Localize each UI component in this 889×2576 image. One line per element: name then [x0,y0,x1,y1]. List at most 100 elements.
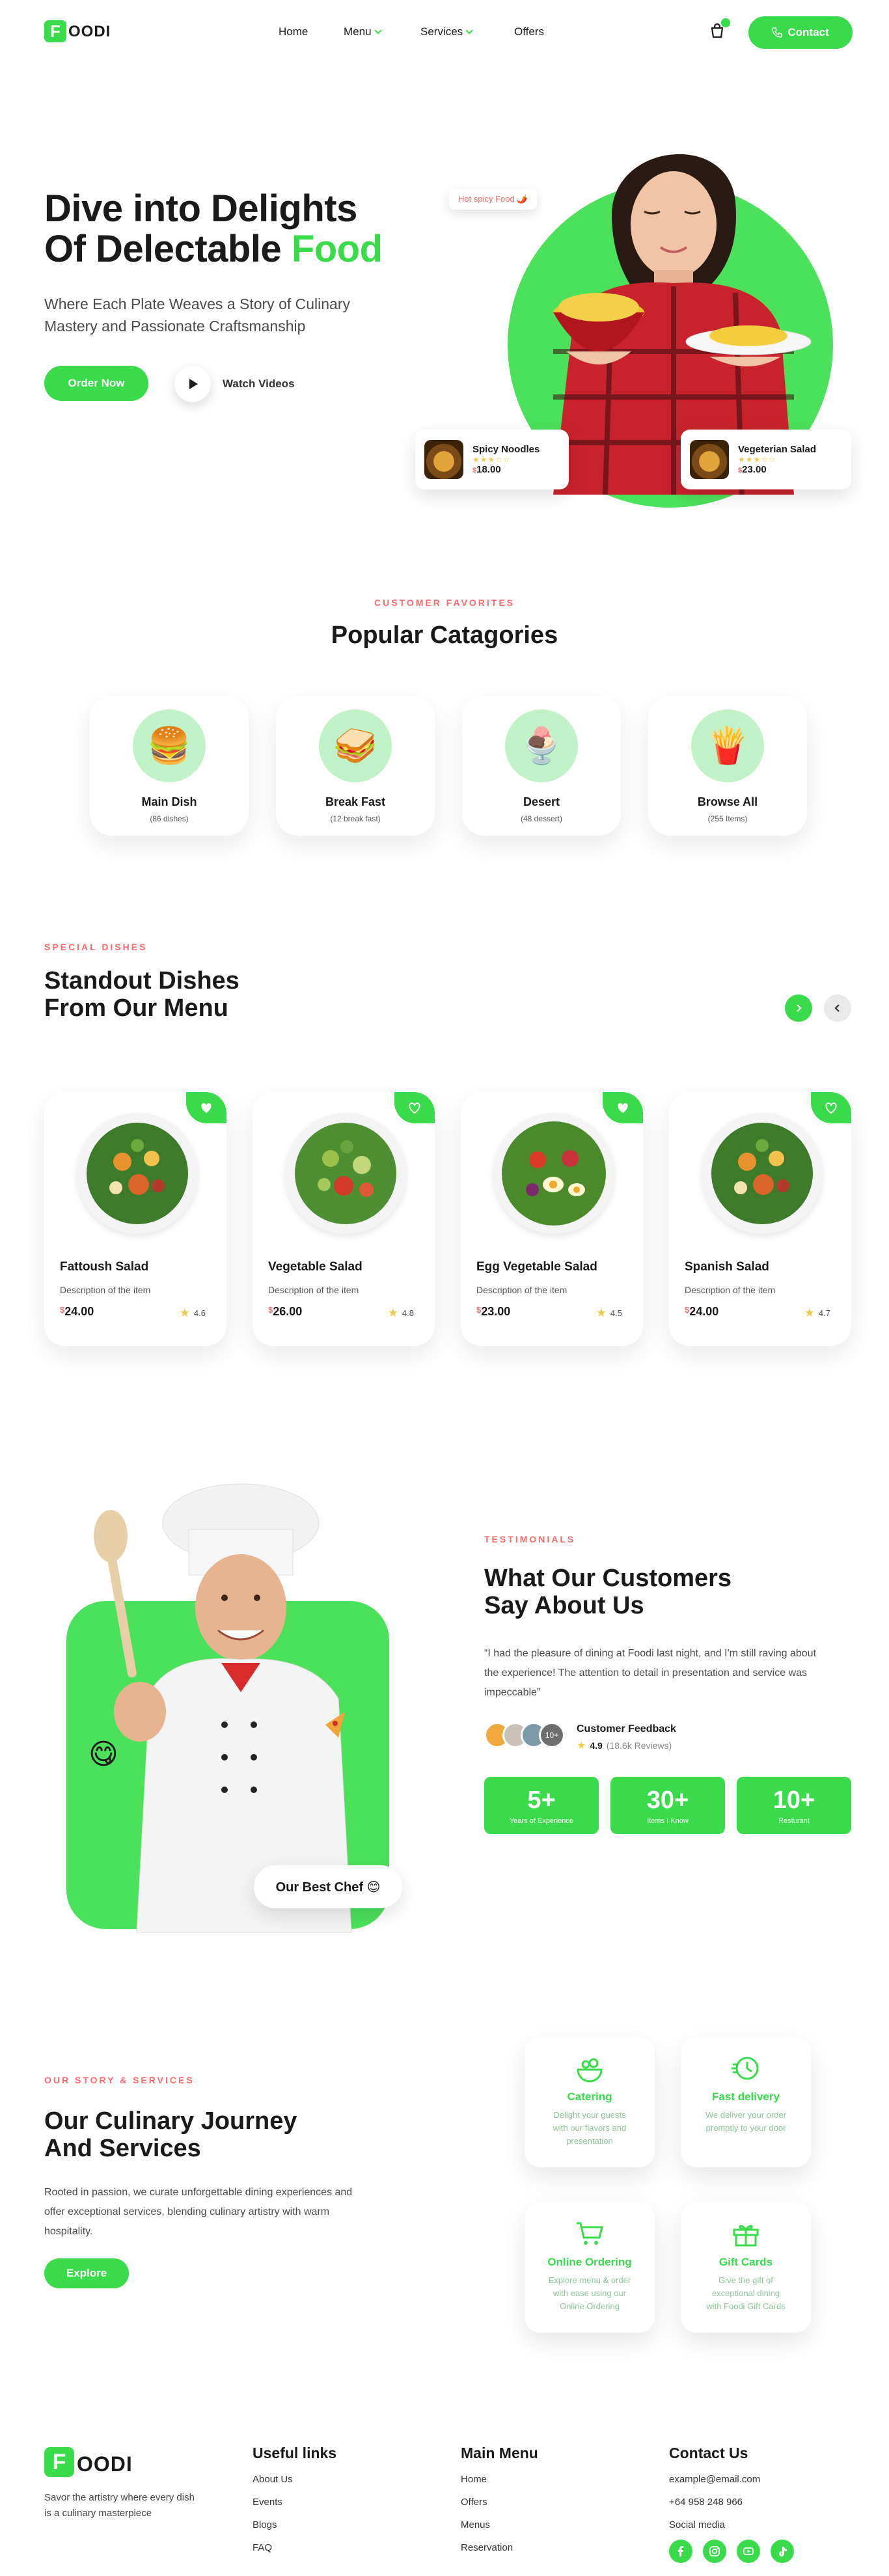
footer-link-events[interactable]: Events [253,2497,336,2508]
heart-icon [618,1103,628,1113]
story-title: Our Culinary Journey And Services [44,2107,297,2162]
footer-logo-text[interactable]: OODI [77,2452,133,2476]
youtube-icon[interactable] [737,2540,760,2563]
useful-links-title: Useful links [253,2445,337,2461]
tagline-line1: Savor the artistry where every dish [44,2492,195,2503]
heart-icon [201,1103,212,1113]
story-text-line1: Rooted in passion, we curate unforgettab… [44,2187,353,2198]
nav-services[interactable]: Services [420,25,473,38]
footer-link-reservation[interactable]: Reservation [461,2542,538,2553]
category-image: 🍨 [505,709,578,782]
stat-box: 30+ Items I Know [610,1777,725,1834]
more-avatars-count: 10+ [539,1722,565,1748]
service-desc-line: with ease using our [553,2288,626,2298]
service-card[interactable]: Online Ordering Explore menu & order with… [525,2202,655,2333]
logo-text[interactable]: OODI [68,23,111,41]
clock-icon [732,2057,759,2080]
gift-icon [733,2225,759,2247]
service-card[interactable]: Catering Delight your guests with our fla… [525,2037,655,2167]
footer-logo-mark[interactable]: F [44,2447,74,2477]
explore-button[interactable]: Explore [44,2258,129,2288]
review-count: (18.6k Reviews) [606,1740,672,1751]
categories-title: Popular Catagories [331,622,558,649]
footer-link-about[interactable]: About Us [253,2474,336,2485]
facebook-icon[interactable] [669,2540,692,2563]
best-chef-label: Our Best Chef 😊 [275,1880,381,1895]
main-menu-title: Main Menu [461,2445,538,2461]
service-title: Gift Cards [718,2256,773,2268]
category-card[interactable]: 🍔 Main Dish (86 dishes) [90,696,249,836]
food-card-stars: ★★★☆☆ [472,455,511,464]
order-now-button[interactable]: Order Now [44,366,148,401]
tiktok-icon[interactable] [771,2540,794,2563]
footer-link-home[interactable]: Home [461,2474,538,2485]
category-name: Break Fast [325,795,386,808]
hero-food-card[interactable]: Vegeterian Salad ★★★☆☆ $23.00 [681,430,851,489]
stat-box: 10+ Resturant [737,1777,851,1834]
service-title: Online Ordering [547,2256,632,2268]
stat-box: 5+ Years of Experience [484,1777,599,1834]
category-card[interactable]: 🥪 Break Fast (12 break fast) [276,696,435,836]
dish-card[interactable]: Vegetable Salad Description of the item … [253,1092,435,1346]
service-desc-line: Give the gift of [718,2275,773,2285]
watch-videos-label: Watch Videos [223,377,295,390]
hot-food-label: Hot spicy Food 🌶️ [458,194,528,204]
category-emoji: 🍟 [705,726,750,765]
star-icon: ★ [387,1306,398,1319]
dish-card[interactable]: Fattoush Salad Description of the item $… [44,1092,226,1346]
social-icons [669,2540,794,2563]
contact-phone[interactable]: +64 958 248 966 [669,2497,794,2508]
logo-mark[interactable]: F [44,20,66,42]
nav-services-label: Services [420,25,463,38]
next-button[interactable] [785,994,812,1022]
footer-link-blogs[interactable]: Blogs [253,2519,336,2530]
chevron-left-icon [834,1004,840,1012]
watch-videos-button[interactable]: Watch Videos [174,366,295,402]
feedback-label: Customer Feedback [577,1723,676,1734]
dish-card[interactable]: Egg Vegetable Salad Description of the i… [461,1092,643,1346]
service-title: Catering [567,2090,612,2103]
quote-line2: the experience! The attention to detail … [484,1667,808,1679]
category-name: Main Dish [141,795,197,808]
category-name: Browse All [697,795,758,808]
hero-title-line1: Dive into Delights [44,187,357,230]
footer-tagline: Savor the artistry where every dish is a… [44,2490,195,2521]
best-chef-badge: Our Best Chef 😊 [254,1865,402,1908]
prev-button[interactable] [824,994,851,1022]
service-card[interactable]: Fast delivery We deliver your order promp… [681,2037,811,2167]
hero-title: Dive into Delights Of Delectable Food [44,189,383,269]
footer-link-menus[interactable]: Menus [461,2519,538,2530]
contact-email[interactable]: example@email.com [669,2474,794,2485]
nav-home[interactable]: Home [279,25,308,38]
hero-subtitle: Where Each Plate Weaves a Story of Culin… [44,293,350,337]
service-card[interactable]: Gift Cards Give the gift of exceptional d… [681,2202,811,2333]
footer-link-offers[interactable]: Offers [461,2497,538,2508]
category-image: 🍟 [691,709,764,782]
dish-rating: ★ 4.6 [180,1306,206,1320]
dish-card[interactable]: Spanish Salad Description of the item $2… [669,1092,851,1346]
category-card[interactable]: 🍟 Browse All (255 Items) [648,696,807,836]
dish-image [493,1113,614,1234]
hero-subtitle-line2: Mastery and Passionate Craftsmanship [44,318,306,335]
hero-food-card[interactable]: Spicy Noodles ★★★☆☆ $18.00 [415,430,569,489]
nav-menu[interactable]: Menu [344,25,382,38]
contact-column: Contact Us example@email.com +64 958 248… [669,2445,794,2563]
food-card-name: Spicy Noodles [472,444,540,455]
rating-value: 4.9 [590,1740,603,1751]
testimonials-title-line2: Say About Us [484,1592,644,1619]
star-icon: ★ [577,1740,586,1751]
dishes-title-line1: Standout Dishes [44,967,239,994]
food-card-stars: ★★★☆☆ [738,455,776,464]
footer-link-faq[interactable]: FAQ [253,2542,336,2553]
service-desc-line: promptly to your door [705,2123,786,2133]
category-card[interactable]: 🍨 Desert (48 dessert) [462,696,621,836]
stat-label: Resturant [778,1816,810,1825]
nav-offers[interactable]: Offers [514,25,544,38]
rating-value: 4.6 [193,1308,206,1318]
contact-button[interactable]: Contact [748,16,853,49]
food-card-price: $18.00 [472,464,540,475]
instagram-icon[interactable] [703,2540,726,2563]
star-icon: ★ [179,1306,190,1319]
testimonial-quote: “I had the pleasure of dining at Foodi l… [484,1644,816,1703]
cart-button[interactable] [708,18,730,42]
